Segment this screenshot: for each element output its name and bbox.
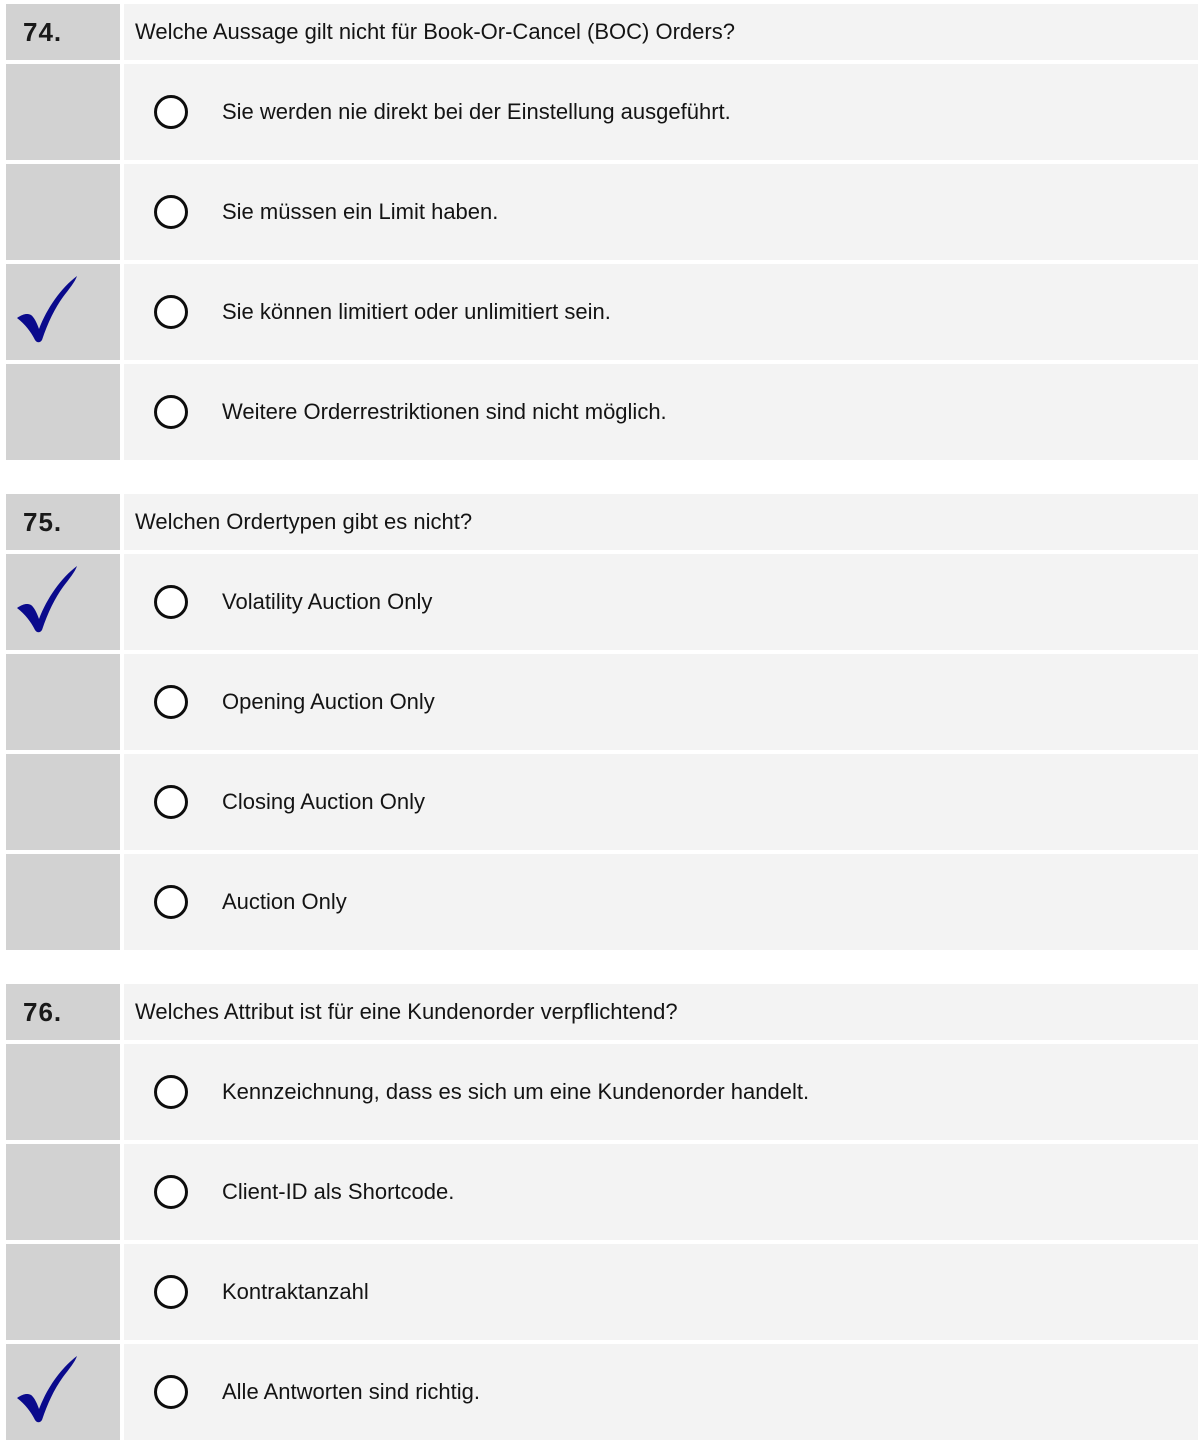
answer-marker-cell — [6, 654, 120, 750]
answer-text: Kennzeichnung, dass es sich um eine Kund… — [222, 1079, 810, 1104]
radio-button[interactable] — [154, 585, 188, 619]
answer-marker-cell — [6, 854, 120, 950]
radio-button[interactable] — [154, 885, 188, 919]
answer-marker-cell — [6, 1144, 120, 1240]
answer-text: Sie müssen ein Limit haben. — [222, 199, 499, 224]
answer-row[interactable]: Kennzeichnung, dass es sich um eine Kund… — [6, 1044, 1198, 1140]
checkmark-icon — [17, 276, 77, 343]
answer-text: Sie werden nie direkt bei der Einstellun… — [222, 99, 731, 124]
answer-option[interactable]: Closing Auction Only — [124, 754, 1198, 850]
answer-row[interactable]: Auction Only — [6, 854, 1198, 950]
radio-button[interactable] — [154, 1175, 188, 1209]
radio-button[interactable] — [154, 1275, 188, 1309]
answer-option[interactable]: Opening Auction Only — [124, 654, 1198, 750]
answer-row[interactable]: Volatility Auction Only — [6, 554, 1198, 650]
question-number: 75. — [6, 494, 120, 550]
question-header: 75. Welchen Ordertypen gibt es nicht? — [6, 494, 1198, 550]
answer-text: Sie können limitiert oder unlimitiert se… — [222, 299, 611, 324]
radio-button[interactable] — [154, 395, 188, 429]
answer-option[interactable]: Weitere Orderrestriktionen sind nicht mö… — [124, 364, 1198, 460]
answer-row[interactable]: Sie werden nie direkt bei der Einstellun… — [6, 64, 1198, 160]
answer-row[interactable]: Sie müssen ein Limit haben. — [6, 164, 1198, 260]
answer-text: Alle Antworten sind richtig. — [222, 1379, 481, 1404]
answer-row[interactable]: Alle Antworten sind richtig. — [6, 1344, 1198, 1440]
radio-button[interactable] — [154, 195, 188, 229]
answer-option[interactable]: Volatility Auction Only — [124, 554, 1198, 650]
answer-option[interactable]: Kontraktanzahl — [124, 1244, 1198, 1340]
question-header: 74. Welche Aussage gilt nicht für Book-O… — [6, 4, 1198, 60]
radio-button[interactable] — [154, 785, 188, 819]
answer-marker-cell — [6, 554, 120, 650]
radio-button[interactable] — [154, 295, 188, 329]
radio-button[interactable] — [154, 1075, 188, 1109]
radio-button[interactable] — [154, 685, 188, 719]
radio-button[interactable] — [154, 1375, 188, 1409]
answer-text: Opening Auction Only — [222, 689, 435, 714]
question-header: 76. Welches Attribut ist für eine Kunden… — [6, 984, 1198, 1040]
question-number: 76. — [6, 984, 120, 1040]
answer-option[interactable]: Sie können limitiert oder unlimitiert se… — [124, 264, 1198, 360]
question-text: Welche Aussage gilt nicht für Book-Or-Ca… — [124, 4, 1198, 60]
answer-marker-cell — [6, 264, 120, 360]
answer-text: Auction Only — [222, 889, 347, 914]
answer-text: Weitere Orderrestriktionen sind nicht mö… — [222, 399, 667, 424]
answer-row[interactable]: Closing Auction Only — [6, 754, 1198, 850]
answer-marker-cell — [6, 754, 120, 850]
answer-row[interactable]: Client-ID als Shortcode. — [6, 1144, 1198, 1240]
answer-row[interactable]: Sie können limitiert oder unlimitiert se… — [6, 264, 1198, 360]
answer-text: Volatility Auction Only — [222, 589, 433, 614]
answer-row[interactable]: Weitere Orderrestriktionen sind nicht mö… — [6, 364, 1198, 460]
question-75: 75. Welchen Ordertypen gibt es nicht? Vo… — [6, 494, 1198, 950]
answer-option[interactable]: Alle Antworten sind richtig. — [124, 1344, 1198, 1440]
answer-marker-cell — [6, 1344, 120, 1440]
answer-text: Closing Auction Only — [222, 789, 425, 814]
question-number: 74. — [6, 4, 120, 60]
answer-marker-cell — [6, 364, 120, 460]
answer-marker-cell — [6, 1044, 120, 1140]
answer-marker-cell — [6, 64, 120, 160]
question-text: Welchen Ordertypen gibt es nicht? — [124, 494, 1198, 550]
radio-button[interactable] — [154, 95, 188, 129]
answer-row[interactable]: Kontraktanzahl — [6, 1244, 1198, 1340]
answer-text: Kontraktanzahl — [222, 1279, 369, 1304]
answer-marker-cell — [6, 1244, 120, 1340]
answer-option[interactable]: Sie werden nie direkt bei der Einstellun… — [124, 64, 1198, 160]
answer-option[interactable]: Sie müssen ein Limit haben. — [124, 164, 1198, 260]
answer-option[interactable]: Auction Only — [124, 854, 1198, 950]
question-76: 76. Welches Attribut ist für eine Kunden… — [6, 984, 1198, 1440]
checkmark-icon — [17, 1356, 77, 1423]
question-text: Welches Attribut ist für eine Kundenorde… — [124, 984, 1198, 1040]
answer-marker-cell — [6, 164, 120, 260]
checkmark-icon — [17, 566, 77, 633]
answer-option[interactable]: Client-ID als Shortcode. — [124, 1144, 1198, 1240]
question-74: 74. Welche Aussage gilt nicht für Book-O… — [6, 4, 1198, 460]
answer-text: Client-ID als Shortcode. — [222, 1179, 455, 1204]
answer-option[interactable]: Kennzeichnung, dass es sich um eine Kund… — [124, 1044, 1198, 1140]
answer-row[interactable]: Opening Auction Only — [6, 654, 1198, 750]
